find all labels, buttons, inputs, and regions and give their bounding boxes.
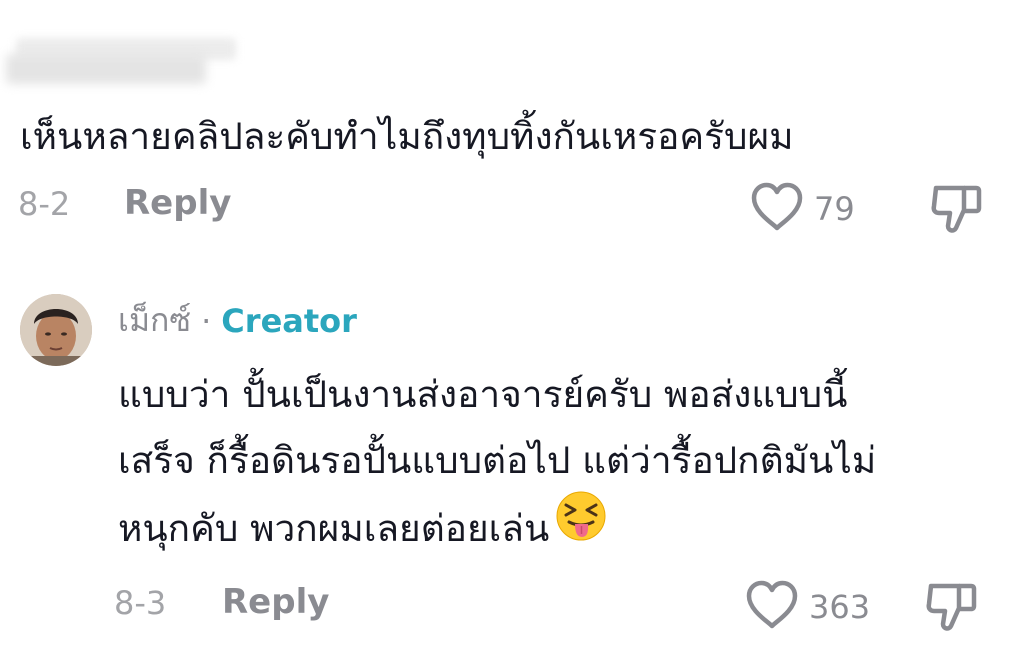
dislike-button[interactable]: [925, 578, 979, 638]
like-count: 79: [814, 190, 855, 228]
comment-text: เห็นหลายคลิปละคับทำไมถึงทุบทิ้งกันเหรอคร…: [20, 115, 794, 158]
heart-outline-icon: [750, 182, 804, 236]
comment-meta: 8-3: [114, 584, 166, 622]
comment-line-with-emoji: หนุกคับ พวกผมเลยต่อยเล่น: [118, 491, 876, 567]
heart-outline-icon: [745, 580, 799, 634]
comment-line: แบบว่า ปั้นเป็นงานส่งอาจารย์ครับ พอส่งแบ…: [118, 373, 848, 416]
reply-button-wrap: Reply: [124, 183, 231, 223]
reply-button[interactable]: Reply: [124, 183, 231, 223]
reply-button[interactable]: Reply: [222, 582, 329, 622]
like-button[interactable]: 79: [750, 182, 855, 236]
comment-date: 8-3: [114, 584, 167, 622]
author-name[interactable]: เม็กซ์: [118, 295, 191, 346]
dislike-button[interactable]: [930, 180, 984, 240]
creator-badge: Creator: [221, 301, 357, 340]
comment-line: เสร็จ ก็รื้อดินรอปั้นแบบต่อไป แต่ว่ารื้อ…: [118, 439, 877, 482]
comment-line-text: หนุกคับ พวกผมเลยต่อยเล่น: [118, 507, 550, 550]
like-count: 363: [809, 588, 871, 626]
author-line: เม็กซ์ · Creator: [118, 295, 357, 346]
tongue-squint-emoji-icon: [555, 490, 607, 563]
comment-date: 8-2: [18, 185, 71, 223]
thumbs-down-icon: [925, 583, 979, 638]
comment-meta: 8-2: [18, 185, 70, 223]
comment-text: แบบว่า ปั้นเป็นงานส่งอาจารย์ครับ พอส่งแบ…: [118, 362, 876, 567]
redacted-username: [6, 32, 238, 92]
separator-dot: ·: [201, 301, 212, 340]
like-button[interactable]: 363: [745, 580, 870, 634]
reply-button-wrap: Reply: [222, 582, 329, 622]
avatar[interactable]: [20, 294, 92, 366]
thumbs-down-icon: [930, 185, 984, 240]
